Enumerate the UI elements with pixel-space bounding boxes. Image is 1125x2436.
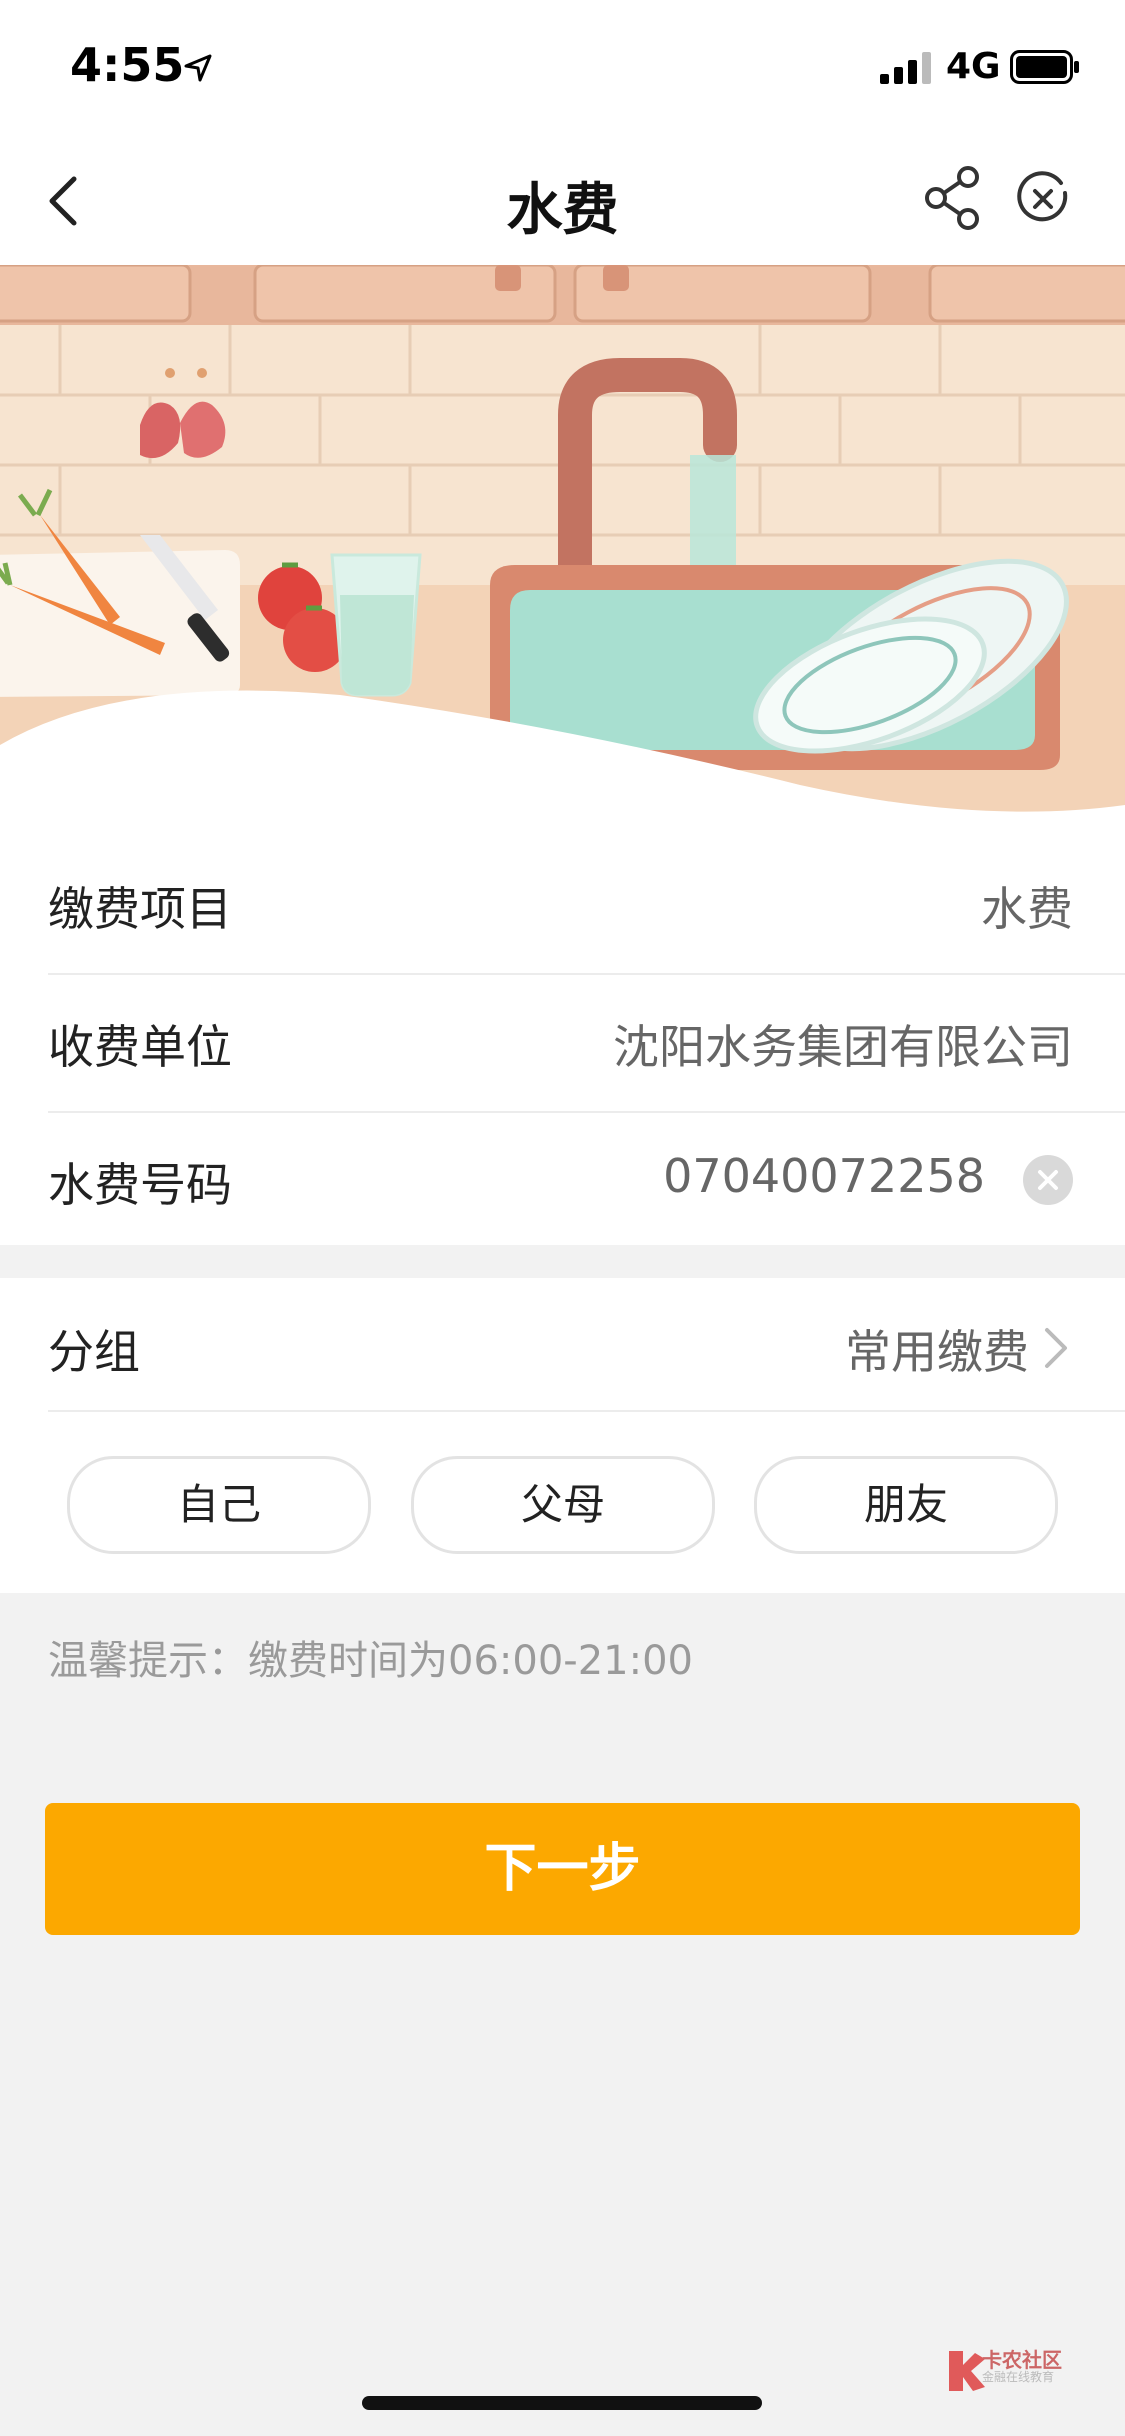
kitchen-sink-banner — [0, 265, 1125, 835]
payee-value: 沈阳水务集团有限公司 — [613, 1020, 1073, 1074]
account-number-label: 水费号码 — [48, 1158, 232, 1212]
payee-label: 收费单位 — [48, 1020, 232, 1074]
clear-input-button[interactable] — [1023, 1155, 1073, 1205]
payment-item-row: 缴费项目 水费 — [48, 835, 1125, 975]
share-icon[interactable] — [922, 165, 986, 231]
cellular-signal-icon — [880, 52, 931, 84]
group-section: 分组 常用缴费 自己 父母 朋友 — [0, 1278, 1125, 1593]
next-step-button[interactable]: 下一步 — [45, 1803, 1080, 1935]
group-chip-self[interactable]: 自己 — [67, 1456, 371, 1554]
navigation-bar: 水费 — [0, 135, 1125, 265]
account-number-row: 水费号码 07040072258 — [48, 1111, 1125, 1249]
home-indicator[interactable] — [362, 2396, 762, 2410]
payment-time-tip: 温馨提示：缴费时间为06:00-21:00 — [48, 1638, 693, 1684]
screen: 4:55 4G 水费 缴费项目 水费 收费单位 沈阳水务集团有限公司 水费号码 … — [0, 0, 1125, 2436]
clear-x-icon — [1038, 1170, 1058, 1190]
location-arrow-icon — [184, 54, 212, 82]
status-bar: 4:55 4G — [0, 0, 1125, 135]
payment-item-label: 缴费项目 — [48, 882, 232, 936]
payment-item-value: 水费 — [981, 882, 1073, 936]
payee-row: 收费单位 沈阳水务集团有限公司 — [48, 973, 1125, 1113]
group-value: 常用缴费 — [845, 1325, 1029, 1379]
battery-icon — [1010, 50, 1079, 84]
group-chip-parents[interactable]: 父母 — [411, 1456, 715, 1554]
close-circle-icon[interactable] — [1015, 171, 1071, 227]
payment-form: 缴费项目 水费 收费单位 沈阳水务集团有限公司 水费号码 07040072258 — [0, 835, 1125, 1245]
status-time: 4:55 — [70, 38, 185, 92]
network-type: 4G — [946, 46, 1001, 87]
banner-illustration — [0, 265, 1125, 835]
account-number-field[interactable]: 07040072258 — [663, 1149, 985, 1203]
group-chip-friends[interactable]: 朋友 — [754, 1456, 1058, 1554]
chevron-right-icon — [1045, 1328, 1067, 1368]
watermark-subtitle: 金融在线教育 — [982, 2370, 1055, 2384]
group-label: 分组 — [48, 1325, 140, 1379]
group-row[interactable]: 分组 常用缴费 — [48, 1278, 1125, 1412]
